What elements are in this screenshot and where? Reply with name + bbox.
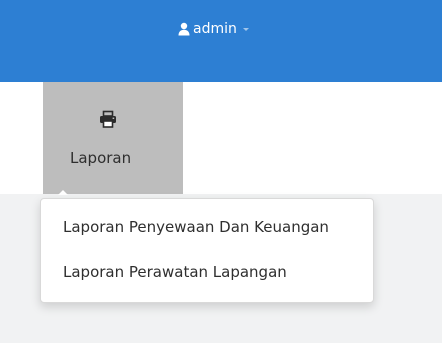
user-icon <box>178 22 190 36</box>
dropdown-pointer <box>58 190 68 195</box>
menu-item-laporan-penyewaan[interactable]: Laporan Penyewaan Dan Keuangan <box>63 218 329 236</box>
nav-item-laporan[interactable]: Laporan <box>43 82 183 194</box>
printer-icon <box>99 110 117 128</box>
menu-item-laporan-perawatan[interactable]: Laporan Perawatan Lapangan <box>63 263 287 281</box>
caret-down-icon <box>242 27 249 31</box>
nav-item-label: Laporan <box>70 149 132 167</box>
user-menu-toggle[interactable]: admin <box>178 21 249 37</box>
top-navbar <box>0 0 442 82</box>
laporan-dropdown-menu: Laporan Penyewaan Dan Keuangan Laporan P… <box>40 198 374 303</box>
username-label: admin <box>193 21 237 37</box>
